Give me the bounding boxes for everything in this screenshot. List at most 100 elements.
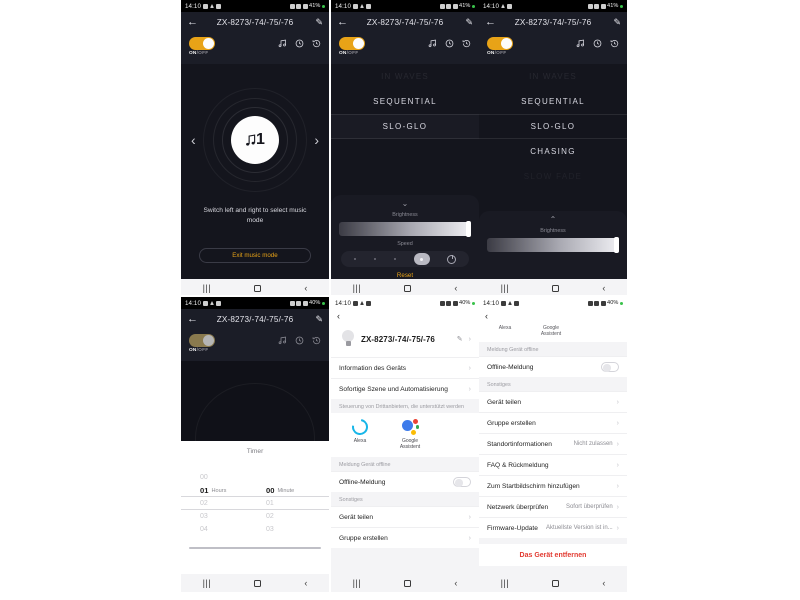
schedule-history-icon[interactable]	[610, 39, 619, 48]
home-button[interactable]	[552, 285, 559, 292]
power-toggle[interactable]	[339, 37, 365, 50]
row-share-device[interactable]: Gerät teilen ›	[479, 391, 627, 412]
offline-notification-toggle[interactable]	[453, 477, 471, 487]
brightness-slider[interactable]	[339, 222, 471, 236]
edit-icon[interactable]: ✎	[309, 17, 323, 28]
scene-item-sequential[interactable]: SEQUENTIAL	[331, 89, 479, 114]
back-nav-button[interactable]: ‹	[602, 579, 605, 588]
back-button[interactable]: ←	[187, 314, 201, 325]
minute-option[interactable]: 03	[258, 523, 318, 536]
exit-music-mode-button[interactable]: Exit music mode	[199, 248, 311, 263]
row-firmware-update[interactable]: Firmware-Update Aktuellste Version ist i…	[479, 517, 627, 538]
row-check-network[interactable]: Netzwerk überprüfen Sofort überprüfen ›	[479, 496, 627, 517]
row-faq-feedback[interactable]: FAQ & Rückmeldung ›	[479, 454, 627, 475]
chevron-down-icon[interactable]: ⌄	[331, 200, 479, 207]
back-nav-button[interactable]: ‹	[454, 579, 457, 588]
recents-button[interactable]: |||	[203, 579, 212, 588]
timer-clock-icon[interactable]	[445, 39, 454, 48]
row-offline-notification[interactable]: Offline-Meldung	[331, 471, 479, 492]
speed-step-max-icon[interactable]	[447, 255, 456, 264]
music-note-icon[interactable]	[576, 39, 585, 48]
device-header[interactable]: ZX-8273/-74/-75/-76 ✎ ›	[331, 323, 479, 357]
edit-icon[interactable]: ✎	[309, 314, 323, 325]
recents-button[interactable]: |||	[353, 579, 362, 588]
edit-icon[interactable]: ✎	[457, 335, 463, 343]
home-button[interactable]	[404, 285, 411, 292]
power-toggle[interactable]	[189, 334, 215, 347]
timer-clock-icon[interactable]	[295, 39, 304, 48]
offline-notification-toggle[interactable]	[601, 362, 619, 372]
row-location-info[interactable]: Standortinformationen Nicht zulassen ›	[479, 433, 627, 454]
scene-item-faded-bottom[interactable]: SLOW FADE	[479, 164, 627, 189]
hour-option-selected[interactable]: 01 Hours	[192, 484, 252, 497]
music-note-icon[interactable]	[278, 39, 287, 48]
slider-handle[interactable]	[614, 237, 619, 253]
minute-option[interactable]: 01	[258, 497, 318, 510]
scene-item-sloglo[interactable]: SLO-GLO	[331, 114, 479, 139]
row-offline-notification[interactable]: Offline-Meldung	[479, 356, 627, 377]
music-note-icon[interactable]	[278, 336, 287, 345]
timer-clock-icon[interactable]	[295, 336, 304, 345]
schedule-history-icon[interactable]	[462, 39, 471, 48]
speed-step-selected[interactable]	[414, 253, 430, 265]
row-create-group[interactable]: Gruppe erstellen ›	[479, 412, 627, 433]
music-mode-disc[interactable]: 1	[231, 116, 279, 164]
minute-option-blank[interactable]	[258, 471, 318, 484]
row-device-information[interactable]: Information des Geräts ›	[331, 357, 479, 378]
recents-button[interactable]: |||	[501, 284, 510, 293]
schedule-history-icon[interactable]	[312, 336, 321, 345]
scene-item-faded[interactable]: IN WAVES	[331, 64, 479, 89]
row-share-device[interactable]: Gerät teilen ›	[331, 506, 479, 527]
hour-option[interactable]: 00	[192, 471, 252, 484]
mode-selector[interactable]: 1 ‹ ›	[181, 80, 329, 200]
assistant-label[interactable]: Google Assistent	[535, 325, 567, 337]
duration-picker[interactable]: 00 01 Hours 02 03 04 00 Minute	[181, 471, 329, 545]
back-button[interactable]: ←	[337, 17, 351, 28]
remove-device-button[interactable]: Das Gerät entfernen	[479, 544, 627, 566]
minutes-column[interactable]: 00 Minute 01 02 03	[258, 471, 318, 545]
minute-option-selected[interactable]: 00 Minute	[258, 484, 318, 497]
back-nav-button[interactable]: ‹	[454, 284, 457, 293]
slider-handle[interactable]	[466, 221, 471, 237]
scene-item-faded[interactable]: IN WAVES	[479, 64, 627, 89]
power-toggle[interactable]	[487, 37, 513, 50]
row-add-to-homescreen[interactable]: Zum Startbildschirm hinzufügen ›	[479, 475, 627, 496]
back-nav-button[interactable]: ‹	[304, 579, 307, 588]
music-note-icon[interactable]	[428, 39, 437, 48]
edit-icon[interactable]: ✎	[607, 17, 621, 28]
prev-mode-arrow[interactable]: ‹	[191, 132, 196, 148]
home-button[interactable]	[254, 285, 261, 292]
scene-item-sequential[interactable]: SEQUENTIAL	[479, 89, 627, 114]
row-instant-scene-automation[interactable]: Sofortige Szene und Automatisierung ›	[331, 378, 479, 399]
back-nav-button[interactable]: ‹	[304, 284, 307, 293]
timer-clock-icon[interactable]	[593, 39, 602, 48]
speed-selector[interactable]	[341, 251, 469, 267]
next-mode-arrow[interactable]: ›	[314, 132, 319, 148]
hours-column[interactable]: 00 01 Hours 02 03 04	[192, 471, 252, 545]
row-create-group[interactable]: Gruppe erstellen ›	[331, 527, 479, 548]
back-button[interactable]: ←	[485, 17, 499, 28]
hour-option[interactable]: 03	[192, 510, 252, 523]
recents-button[interactable]: |||	[353, 284, 362, 293]
recents-button[interactable]: |||	[203, 284, 212, 293]
hour-option[interactable]: 04	[192, 523, 252, 536]
edit-icon[interactable]: ✎	[459, 17, 473, 28]
back-button[interactable]: ←	[187, 17, 201, 28]
home-button[interactable]	[254, 580, 261, 587]
speed-step-2[interactable]	[374, 258, 377, 261]
back-button[interactable]: ‹	[337, 311, 340, 321]
brightness-slider[interactable]	[487, 238, 619, 252]
picker-scrollbar[interactable]	[189, 547, 321, 549]
back-nav-button[interactable]: ‹	[602, 284, 605, 293]
scene-item-sloglo[interactable]: SLO-GLO	[479, 114, 627, 139]
home-button[interactable]	[552, 580, 559, 587]
back-button[interactable]: ‹	[485, 311, 488, 321]
recents-button[interactable]: |||	[501, 579, 510, 588]
home-button[interactable]	[404, 580, 411, 587]
assistant-alexa[interactable]: Alexa	[343, 419, 377, 450]
speed-step-3[interactable]	[394, 258, 397, 261]
power-toggle[interactable]	[189, 37, 215, 50]
assistant-google[interactable]: Google Assistent	[393, 419, 427, 450]
minute-option[interactable]: 02	[258, 510, 318, 523]
scene-item-chasing[interactable]: CHASING	[479, 139, 627, 164]
